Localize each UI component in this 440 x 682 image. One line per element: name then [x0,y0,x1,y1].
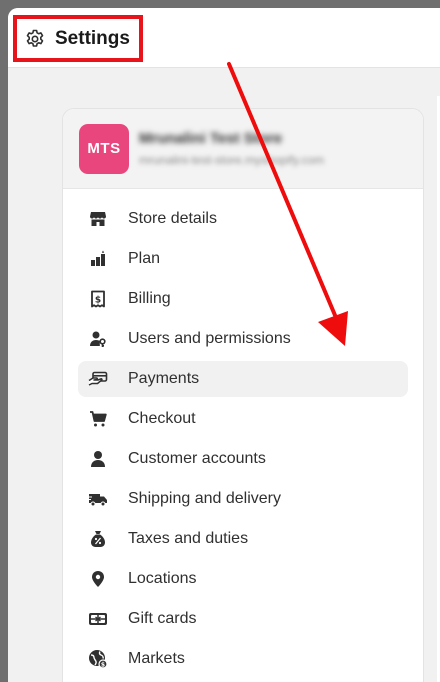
store-avatar: MTS [79,123,129,174]
menu-item-label: Plan [128,250,161,267]
menu-item-taxes-and-duties[interactable]: Taxes and duties [78,521,408,557]
menu-item-customer-accounts[interactable]: Customer accounts [78,441,408,477]
menu-item-shipping-and-delivery[interactable]: Shipping and delivery [78,481,408,517]
top-bar: Settings [8,8,440,68]
store-header[interactable]: MTS Mrunalini Test Store mrunalini-test-… [63,109,423,189]
menu-item-payments[interactable]: Payments [78,361,408,397]
gift-card-icon [88,609,108,629]
menu-item-users-and-permissions[interactable]: Users and permissions [78,321,408,357]
menu-item-label: Billing [128,290,171,307]
menu-item-label: Checkout [128,410,196,427]
person-icon [88,449,108,469]
gear-icon [25,29,45,49]
menu-item-markets[interactable]: $ Markets [78,641,408,677]
cart-icon [88,409,108,429]
menu-item-label: Payments [128,370,200,387]
billing-icon: $ [88,289,108,309]
menu-item-locations[interactable]: Locations [78,561,408,597]
settings-nav-card: MTS Mrunalini Test Store mrunalini-test-… [62,108,424,682]
page-title: Settings [55,27,130,49]
menu-item-store-details[interactable]: Store details [78,201,408,237]
truck-icon [88,489,108,509]
menu-item-label: Shipping and delivery [128,490,281,507]
location-pin-icon [88,569,108,589]
menu-item-label: Customer accounts [128,450,266,467]
menu-item-plan[interactable]: Plan [78,241,408,277]
tax-icon [88,529,108,549]
payments-icon [88,369,108,389]
settings-header[interactable]: Settings [13,15,143,62]
svg-text:$: $ [101,661,105,668]
menu-item-billing[interactable]: $ Billing [78,281,408,317]
plan-icon [88,249,108,269]
menu-item-label: Markets [128,650,185,667]
menu-item-checkout[interactable]: Checkout [78,401,408,437]
menu-item-label: Gift cards [128,610,197,627]
globe-icon: $ [88,649,108,669]
menu-item-label: Locations [128,570,197,587]
menu-item-gift-cards[interactable]: Gift cards [78,601,408,637]
store-name: Mrunalini Test Store [139,130,283,147]
menu-item-label: Store details [128,210,217,227]
store-icon [88,209,108,229]
users-icon [88,329,108,349]
store-domain: mrunalini-test-store.myshopify.com [139,153,325,167]
settings-window: Settings MTS Mrunalini Test Store mrunal… [8,8,440,682]
menu-item-label: Taxes and duties [128,530,249,547]
menu-item-label: Users and permissions [128,330,291,347]
svg-text:$: $ [95,296,101,306]
settings-menu: Store details Plan $ Billing Users and p… [63,189,423,677]
